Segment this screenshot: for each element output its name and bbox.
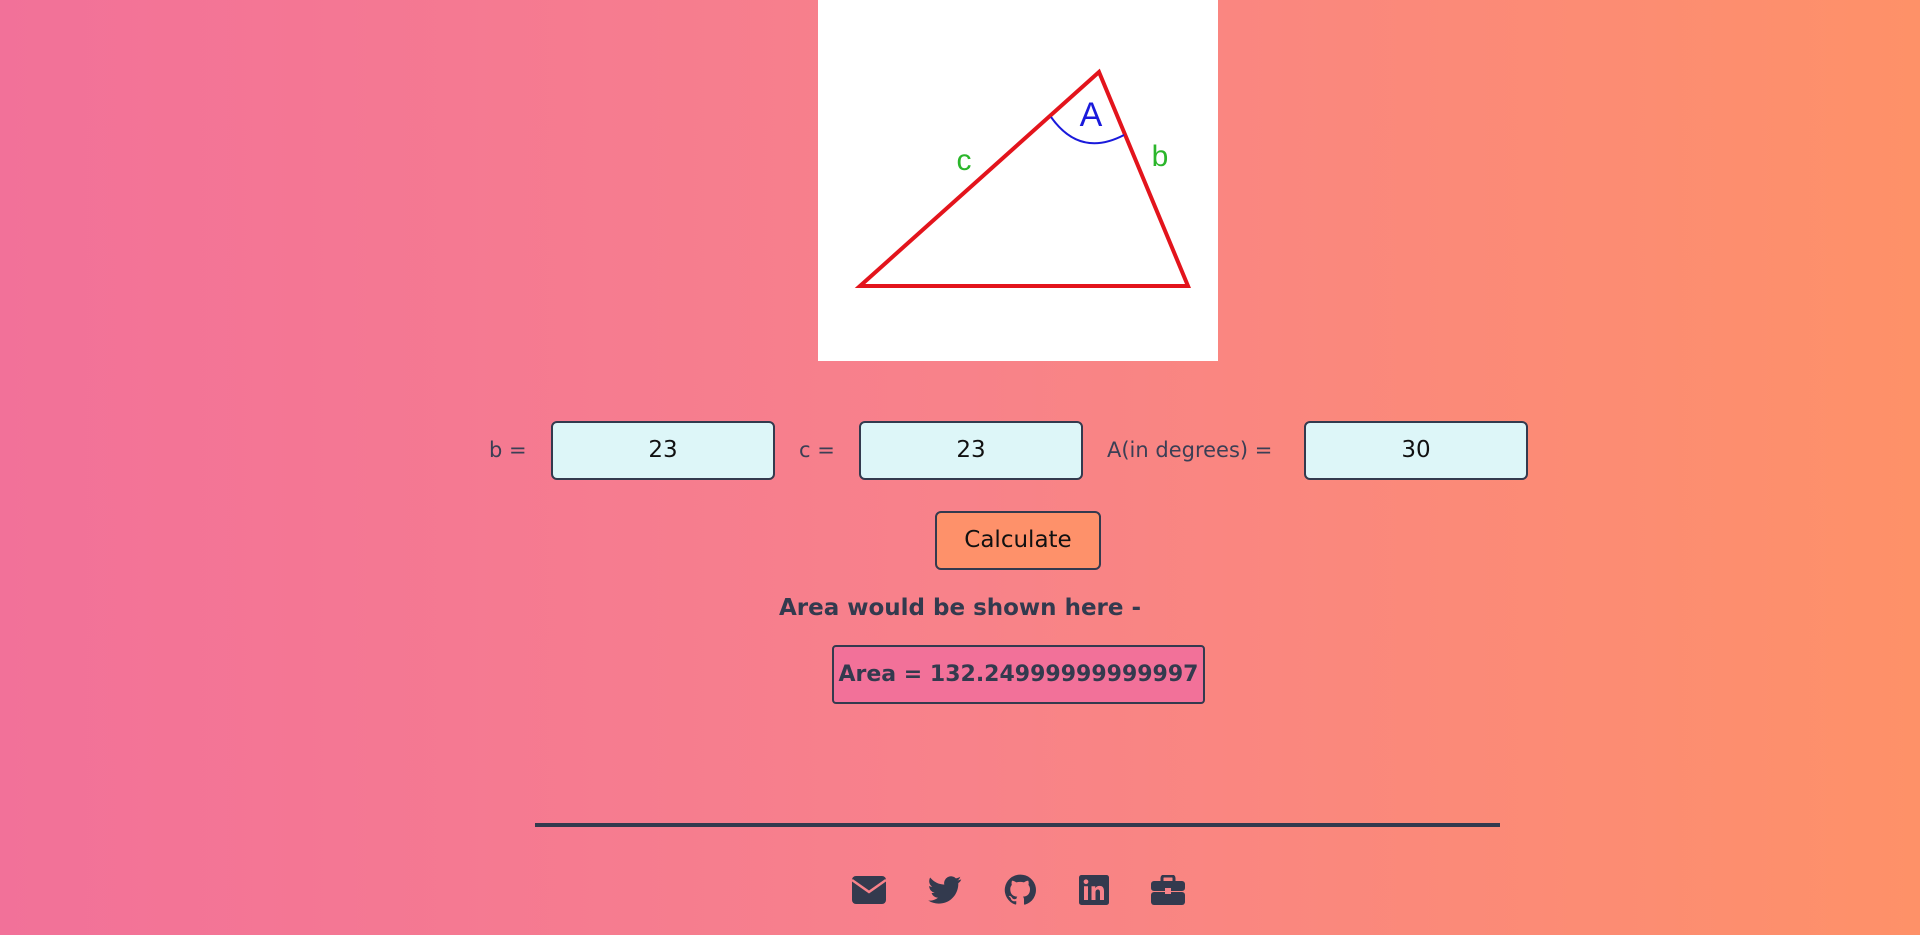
b-input[interactable]: 23 (551, 421, 775, 480)
angle-label: A(in degrees) = (1107, 438, 1273, 462)
briefcase-icon[interactable] (1150, 872, 1186, 908)
side-label-c: c (957, 144, 972, 177)
triangle-shape (854, 68, 1191, 288)
side-label-b: b (1152, 140, 1169, 173)
inputs-row: b = 23 c = 23 A(in degrees) = 30 (0, 421, 1920, 480)
twitter-icon[interactable] (927, 872, 963, 908)
mail-icon[interactable] (851, 872, 887, 908)
github-icon[interactable] (1002, 872, 1038, 908)
triangle-svg: A b c (854, 68, 1191, 288)
b-label: b = (489, 438, 527, 462)
footer-divider (535, 823, 1500, 827)
calculate-button[interactable]: Calculate (935, 511, 1101, 570)
c-label: c = (799, 438, 835, 462)
angle-input[interactable]: 30 (1304, 421, 1528, 480)
triangle-diagram: A b c (818, 0, 1218, 361)
linkedin-icon[interactable] (1076, 872, 1112, 908)
area-hint: Area would be shown here - (778, 595, 1142, 621)
area-result: Area = 132.24999999999997 (832, 645, 1205, 704)
c-input[interactable]: 23 (859, 421, 1083, 480)
vertex-label-a: A (1080, 96, 1103, 134)
